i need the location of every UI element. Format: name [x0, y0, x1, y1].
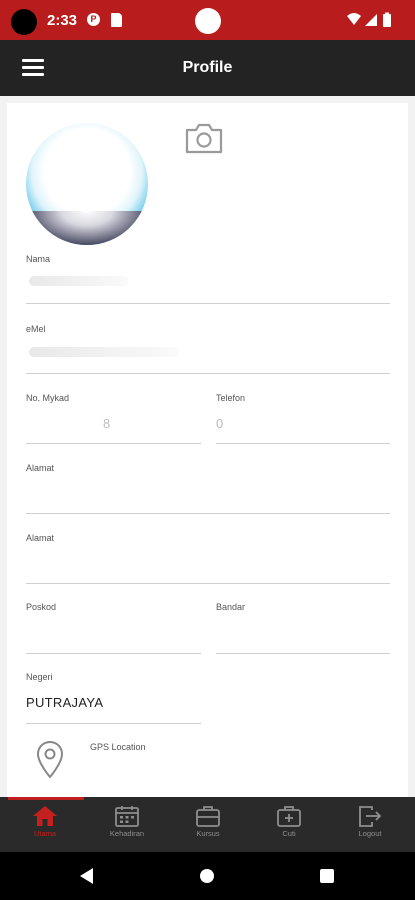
- emel-label: eMel: [26, 324, 46, 334]
- alamat2-underline: [26, 583, 390, 584]
- status-bar: 2:33 P: [0, 0, 415, 40]
- profile-avatar[interactable]: [26, 123, 148, 245]
- alamat1-underline: [26, 513, 390, 514]
- battery-icon: [383, 14, 391, 27]
- nav-label: Utama: [33, 829, 57, 838]
- medical-bag-icon: [277, 806, 301, 827]
- emel-value-blur: [29, 347, 179, 357]
- home-button-icon[interactable]: [200, 869, 214, 883]
- wifi-icon: [347, 13, 361, 25]
- profile-card: Nama eMel No. Mykad 8 Telefon 0 Alamat A…: [7, 103, 408, 800]
- mykad-field[interactable]: 8: [103, 416, 110, 431]
- negeri-field[interactable]: PUTRAJAYA: [26, 695, 103, 710]
- notification-icon: P: [87, 13, 100, 26]
- nav-item-logout[interactable]: Logout: [335, 802, 405, 848]
- nav-label: Kursus: [196, 829, 220, 838]
- system-status-icons: [347, 12, 391, 27]
- alamat1-label: Alamat: [26, 463, 55, 473]
- alamat2-label: Alamat: [26, 533, 55, 543]
- logout-icon: [359, 806, 382, 827]
- active-tab-indicator: [8, 797, 84, 800]
- signal-icon: [365, 14, 377, 26]
- mykad-underline: [26, 443, 201, 444]
- negeri-underline: [26, 723, 201, 724]
- app-bar: Profile: [0, 40, 415, 96]
- nav-item-cuti[interactable]: Cuti: [254, 802, 324, 848]
- mykad-label: No. Mykad: [26, 393, 70, 403]
- system-nav-bar: [0, 852, 415, 900]
- status-center-dot: [195, 8, 221, 34]
- telefon-field[interactable]: 0: [216, 416, 223, 431]
- bottom-nav: Utama Kehadiran Kursus Cuti Logout: [0, 797, 415, 852]
- nav-item-utama[interactable]: Utama: [10, 802, 80, 848]
- emel-underline: [26, 373, 390, 374]
- nav-label: Logout: [358, 829, 382, 838]
- nav-item-kehadiran[interactable]: Kehadiran: [92, 802, 162, 848]
- nav-label: Cuti: [282, 829, 296, 838]
- negeri-label: Negeri: [26, 672, 53, 682]
- camera-icon[interactable]: [184, 121, 224, 155]
- telefon-underline: [216, 443, 390, 444]
- calendar-icon: [115, 806, 139, 827]
- location-pin-icon[interactable]: [36, 740, 64, 780]
- poskod-underline: [26, 653, 201, 654]
- nav-label: Kehadiran: [109, 829, 145, 838]
- nama-underline: [26, 303, 390, 304]
- bandar-label: Bandar: [216, 602, 246, 612]
- home-icon: [33, 806, 57, 826]
- telefon-label: Telefon: [216, 393, 246, 403]
- page-title: Profile: [182, 59, 233, 76]
- briefcase-icon: [196, 806, 220, 827]
- camera-cutout: [11, 9, 37, 35]
- sim-card-icon: [111, 13, 122, 27]
- nama-value-blur: [29, 276, 129, 286]
- nav-item-kursus[interactable]: Kursus: [173, 802, 243, 848]
- bandar-underline: [216, 653, 390, 654]
- nama-label: Nama: [26, 254, 51, 264]
- recent-apps-icon[interactable]: [320, 869, 334, 883]
- status-time: 2:33: [47, 12, 78, 29]
- poskod-label: Poskod: [26, 602, 57, 612]
- gps-location-label: GPS Location: [90, 742, 146, 752]
- back-icon[interactable]: [80, 868, 93, 884]
